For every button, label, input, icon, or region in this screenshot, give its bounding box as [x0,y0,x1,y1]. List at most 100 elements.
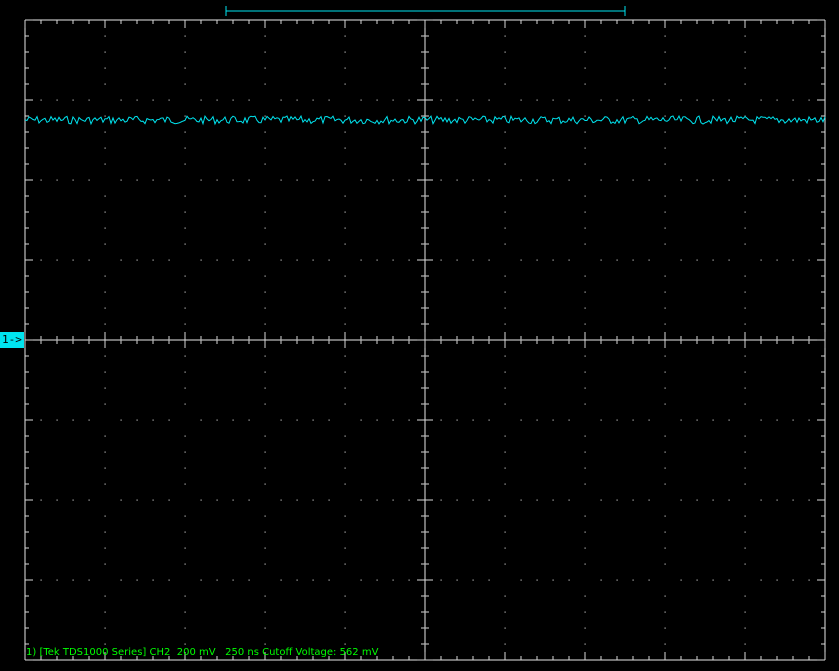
graticule-dot [184,67,186,69]
graticule-dot [600,419,602,421]
graticule-dot [744,595,746,597]
graticule-dot [504,355,506,357]
graticule-dot [776,579,778,581]
graticule-dot [184,275,186,277]
graticule-dot [584,115,586,117]
graticule-dot [792,579,794,581]
graticule-dot [184,51,186,53]
graticule-dot [216,419,218,421]
graticule-dot [344,115,346,117]
graticule-dot [216,339,218,341]
graticule-dot [88,419,90,421]
graticule-dot [584,547,586,549]
graticule-dot [584,355,586,357]
graticule-dot [104,67,106,69]
graticule-dot [584,467,586,469]
graticule-dot [152,339,154,341]
graticule-dot [200,259,202,261]
graticule-dot [216,179,218,181]
graticule-dot [104,387,106,389]
graticule-dot [664,211,666,213]
graticule-dot [744,515,746,517]
graticule-dot [536,579,538,581]
graticule-dot [184,147,186,149]
graticule-dot [808,579,810,581]
graticule-dot [344,195,346,197]
graticule-dot [40,499,42,501]
graticule-dot [504,611,506,613]
graticule-dot [664,451,666,453]
graticule-dot [264,451,266,453]
graticule-dot [664,515,666,517]
graticule-dot [312,579,314,581]
graticule-dot [424,355,426,357]
graticule-dot [264,67,266,69]
graticule-dot [552,419,554,421]
graticule-dot [584,243,586,245]
graticule-dot [104,435,106,437]
graticule-dot [104,563,106,565]
graticule-dot [296,179,298,181]
graticule-dot [376,579,378,581]
graticule-dot [344,643,346,645]
graticule-dot [392,339,394,341]
graticule-dot [632,419,634,421]
graticule-dot [728,499,730,501]
graticule-dot [504,51,506,53]
graticule-dot [344,563,346,565]
graticule-dot [408,179,410,181]
graticule-dot [264,211,266,213]
graticule-dot [760,179,762,181]
graticule-dot [184,435,186,437]
oscilloscope-screen: 1-> 1) [Tek TDS1000 Series] CH2 200 mV 2… [0,0,839,671]
graticule-dot [184,291,186,293]
graticule-dot [344,275,346,277]
graticule-dot [248,499,250,501]
graticule-dot [424,195,426,197]
graticule-dot [248,179,250,181]
graticule-dot [40,99,42,101]
graticule-dot [408,259,410,261]
graticule-dot [568,339,570,341]
graticule-dot [360,579,362,581]
graticule-dot [280,339,282,341]
graticule-dot [184,35,186,37]
graticule-dot [40,579,42,581]
graticule-dot [648,499,650,501]
graticule-dot [360,339,362,341]
graticule-dot [56,259,58,261]
graticule-dot [184,595,186,597]
graticule-dot [328,419,330,421]
graticule-dot [184,83,186,85]
graticule-dot [584,595,586,597]
graticule-dot [744,531,746,533]
graticule-dot [504,515,506,517]
graticule-dot [664,355,666,357]
channel-1-ground-marker[interactable]: 1-> [0,332,24,348]
graticule-dot [520,579,522,581]
graticule-dot [504,307,506,309]
graticule-dot [792,99,794,101]
graticule-dot [280,579,282,581]
graticule-dot [136,99,138,101]
graticule-dot [696,259,698,261]
graticule-dot [456,259,458,261]
graticule-dot [504,211,506,213]
graticule-dot [680,579,682,581]
graticule-dot [504,371,506,373]
graticule-dot [104,307,106,309]
graticule-dot [424,275,426,277]
graticule-dot [280,99,282,101]
graticule-dot [392,259,394,261]
graticule-dot [184,483,186,485]
graticule-dot [552,339,554,341]
graticule-dot [184,627,186,629]
graticule-dot [664,627,666,629]
graticule-dot [264,355,266,357]
graticule-dot [200,419,202,421]
graticule-dot [264,195,266,197]
graticule-dot [376,179,378,181]
graticule-dot [536,419,538,421]
graticule-dot [776,419,778,421]
graticule-dot [424,147,426,149]
